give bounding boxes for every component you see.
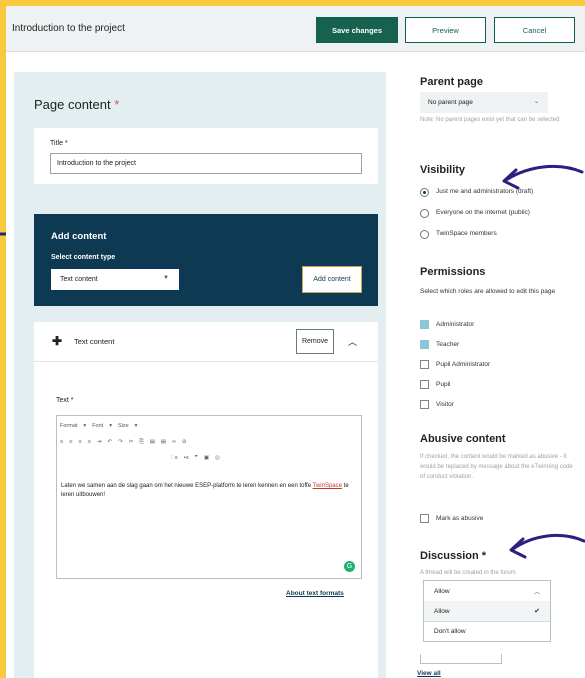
paste-text-icon[interactable]: ▤ (161, 439, 166, 445)
discussion-heading: Discussion * (420, 550, 487, 562)
cancel-button[interactable]: Cancel (494, 17, 575, 43)
text-content-header: ✚ Text content Remove ︿ (34, 322, 378, 362)
checkbox-pupil-administrator[interactable] (420, 360, 429, 369)
checkbox-pupil[interactable] (420, 380, 429, 389)
content-type-label: Select content type (51, 254, 116, 261)
text-content-label: Text content (74, 337, 115, 346)
align-right-icon[interactable]: ≡ (78, 439, 81, 445)
content-type-value: Text content (60, 276, 98, 283)
collapse-icon[interactable]: ︿ (348, 335, 357, 348)
discussion-note: A thread will be created in the forum (420, 570, 516, 576)
copy-icon[interactable]: ⎘ (139, 439, 143, 446)
undo-icon[interactable]: ↶ (107, 439, 112, 445)
role-pupil: Pupil (436, 381, 451, 388)
checkbox-administrator[interactable] (420, 320, 429, 329)
arrow-visibility-icon (502, 164, 584, 190)
align-center-icon[interactable]: ≡ (69, 439, 72, 445)
grammarly-icon[interactable]: G (344, 561, 355, 572)
numbered-list-icon[interactable]: ⋮≡ (169, 455, 178, 461)
blockquote-icon[interactable]: ❞ (195, 455, 198, 461)
page-content-heading: Page content * (34, 97, 120, 112)
discussion-dropdown[interactable]: Allow ︿ Allow ✔ Don't allow (423, 580, 551, 642)
drag-handle-icon[interactable]: ✚ (52, 334, 62, 348)
parent-page-note: Note: No parent pages exist yet that can… (420, 117, 560, 123)
checkbox-teacher[interactable] (420, 340, 429, 349)
discussion-option-dont-allow[interactable]: Don't allow (424, 621, 550, 641)
chevron-down-icon: ⌄ (534, 99, 540, 105)
view-all-link[interactable]: View all (417, 670, 441, 677)
bullet-list-icon[interactable]: •≡ (184, 455, 189, 461)
abusive-description: If checked, the content would be marked … (420, 454, 573, 480)
permissions-heading: Permissions (420, 266, 486, 278)
page-content-panel: Page content * Title * Introduction to t… (14, 72, 386, 678)
size-select[interactable]: Size (118, 423, 129, 429)
permissions-description: Select which roles are allowed to edit t… (420, 288, 556, 295)
parent-page-heading: Parent page (420, 76, 483, 88)
text-field-label: Text * (56, 397, 74, 404)
unlink-icon[interactable]: ⊘ (182, 439, 187, 445)
align-left-icon[interactable]: ≡ (60, 439, 63, 445)
mark-abusive-label: Mark as abusive (436, 515, 484, 522)
indent-icon[interactable]: ⇥ (97, 439, 102, 445)
font-select[interactable]: Font (92, 423, 103, 429)
add-content-heading: Add content (51, 231, 107, 242)
content-type-select[interactable]: Text content ▼ (51, 269, 179, 290)
checkbox-mark-abusive[interactable] (420, 514, 429, 523)
editor-toolbar-row-3: ⋮≡ •≡ ❞ ▣ ◎ (57, 451, 361, 465)
discussion-current[interactable]: Allow ︿ (424, 581, 550, 601)
parent-page-select[interactable]: No parent page (420, 92, 548, 113)
title-input[interactable]: Introduction to the project (50, 153, 362, 174)
preview-button[interactable]: Preview (405, 17, 486, 43)
about-text-formats-link[interactable]: About text formats (286, 590, 344, 597)
page-title: Introduction to the project (12, 23, 125, 34)
radio-draft[interactable] (420, 188, 429, 197)
add-content-button[interactable]: Add content (302, 266, 362, 293)
abusive-content-heading: Abusive content (420, 433, 506, 445)
role-visitor: Visitor (436, 401, 454, 408)
visibility-option-members: TwinSpace members (436, 230, 497, 237)
top-bar: Introduction to the project Save changes… (6, 6, 585, 52)
radio-members[interactable] (420, 230, 429, 239)
editor-toolbar-row-2: ≡ ≡ ≡ ≡ ⇥ ↶ ↷ ✂ ⎘ ▤ ▤ ∞ ⊘ (57, 435, 361, 449)
format-select[interactable]: Format (60, 423, 77, 429)
role-teacher: Teacher (436, 341, 460, 348)
add-content-box: Add content Select content type Text con… (34, 214, 378, 306)
editor-toolbar-row-1: Format ▾ Font ▾ Size ▾ (60, 423, 138, 429)
chevron-down-icon: ▼ (163, 275, 169, 281)
justify-icon[interactable]: ≡ (88, 439, 91, 445)
visibility-option-public: Everyone on the internet (public) (436, 209, 530, 216)
redo-icon[interactable]: ↷ (118, 439, 123, 445)
title-label: Title * (50, 140, 68, 147)
dropdown-shadow-box (420, 654, 502, 664)
editor-body[interactable]: Laten we samen aan de slag gaan om het n… (61, 482, 357, 500)
discussion-option-allow[interactable]: Allow ✔ (424, 601, 550, 621)
text-content-card: ✚ Text content Remove ︿ Text * Format ▾ F… (34, 322, 378, 678)
media-icon[interactable]: ◎ (215, 455, 220, 461)
save-changes-button[interactable]: Save changes (316, 17, 398, 43)
role-pupil-administrator: Pupil Administrator (436, 361, 491, 368)
visibility-heading: Visibility (420, 164, 466, 176)
link-icon[interactable]: ∞ (172, 439, 176, 445)
radio-public[interactable] (420, 209, 429, 218)
remove-button[interactable]: Remove (296, 329, 334, 354)
image-icon[interactable]: ▣ (204, 455, 209, 461)
editor-window: Introduction to the project Save changes… (6, 6, 585, 678)
rich-text-editor[interactable]: Format ▾ Font ▾ Size ▾ ≡ ≡ ≡ ≡ ⇥ ↶ ↷ ✂ ⎘ ▤ … (56, 415, 362, 579)
arrow-discussion-icon (509, 534, 585, 559)
parent-page-value: No parent page (428, 99, 473, 106)
checkbox-visitor[interactable] (420, 400, 429, 409)
role-administrator: Administrator (436, 321, 475, 328)
title-card: Title * Introduction to the project (34, 128, 378, 184)
paste-icon[interactable]: ▤ (150, 439, 155, 445)
cut-icon[interactable]: ✂ (129, 439, 134, 445)
